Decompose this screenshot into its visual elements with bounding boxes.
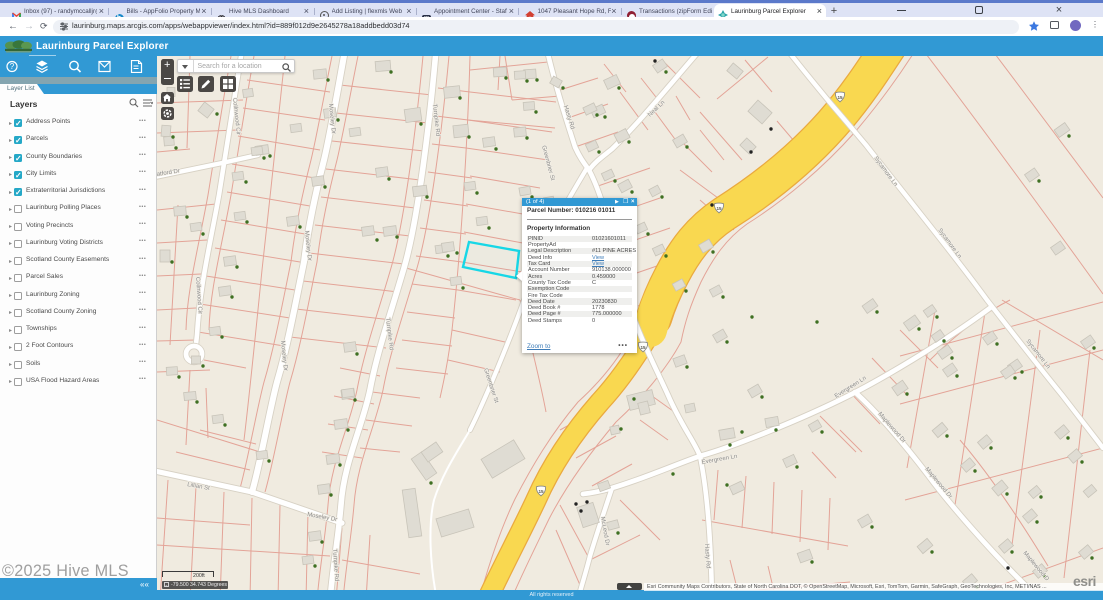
svg-text:15: 15 xyxy=(538,489,544,494)
svg-text:15: 15 xyxy=(640,345,646,350)
svg-text:15: 15 xyxy=(716,206,722,211)
svg-text:?: ? xyxy=(10,62,15,71)
svg-text:15: 15 xyxy=(837,95,843,100)
